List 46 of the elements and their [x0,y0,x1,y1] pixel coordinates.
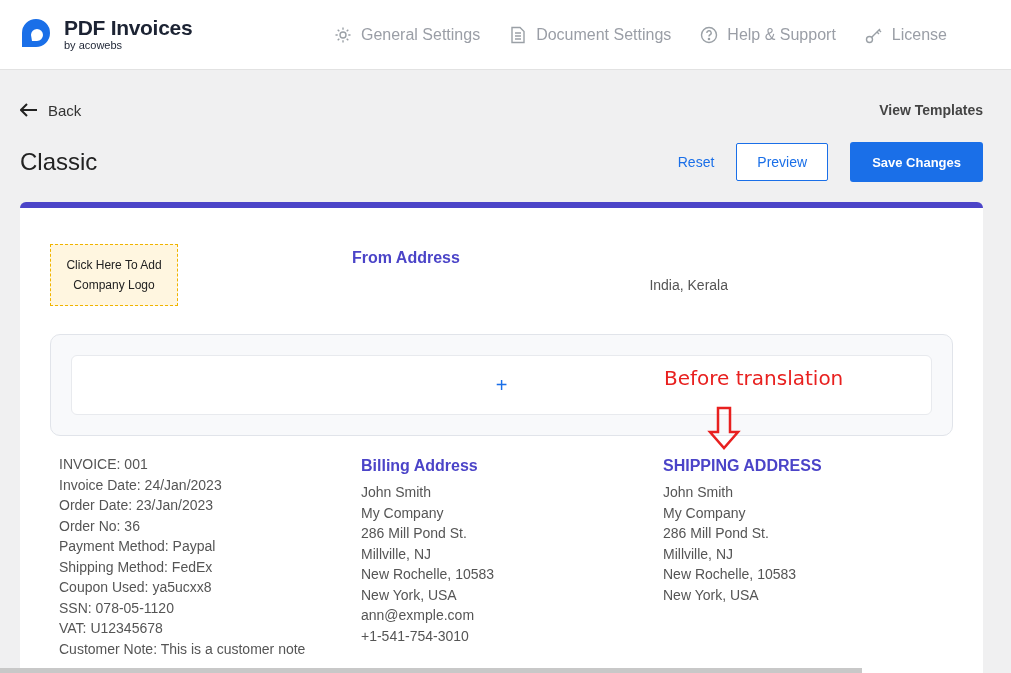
invoice-detail: INVOICE: 001 [59,455,149,474]
billing-address-line: Millville, NJ [361,544,432,564]
billing-address-line: 286 Mill Pond St. [361,524,468,543]
shipping-address-title: SHIPPING ADDRESS [663,456,823,476]
from-address-title: From Address [352,249,461,267]
add-button[interactable]: + [495,373,508,397]
shipping-address-line: 286 Mill Pond St. [663,524,770,543]
billing-address-line: My Company [361,503,445,523]
from-address-line: India, Kerala [648,277,728,293]
invoice-detail: Shipping Method: FedEx [59,557,214,577]
billing-address-line: New Rochelle, 10583 [361,565,496,584]
shipping-address-line: My Company [663,503,747,523]
billing-address-title: Billing Address [361,456,479,476]
invoice-detail: Customer Note: This is a customer note [59,639,307,659]
invoice-detail: VAT: U12345678 [59,619,164,638]
invoice-detail: Coupon Used: ya5ucxx8 [59,578,213,597]
preview-button[interactable]: Preview [736,143,829,181]
save-changes-button[interactable]: Save Changes [850,142,983,182]
annotation-text: Before translation [664,366,844,390]
nav-link[interactable]: License [863,24,947,45]
help-icon [699,24,720,45]
billing-address-line: John Smith [361,483,433,502]
invoice-detail: Invoice Date: 24/Jan/2023 [59,475,223,495]
brand-subtitle: by acowebs [64,39,124,52]
nav-link[interactable]: Document Settings [508,24,672,45]
billing-address-line: +1-541-754-3010 [361,626,470,646]
down-arrow-icon [707,406,741,450]
brand-title: PDF Invoices [64,17,193,39]
nav-link[interactable]: General Settings [332,24,481,45]
invoice-detail: SSN: 078-05-1120 [59,598,175,618]
back-link[interactable]: Back [20,101,82,119]
shipping-address-line: New Rochelle, 10583 [663,565,798,584]
shipping-address-line: John Smith [663,483,735,502]
view-templates-link[interactable]: View Templates [879,102,983,118]
add-logo-button[interactable]: Click Here To Add Company Logo [50,244,178,306]
invoice-detail: Order No: 36 [59,516,141,536]
shipping-address-line: New York, USA [663,585,760,605]
invoice-detail: Payment Method: Paypal [59,537,217,556]
shipping-address-line: Millville, NJ [663,544,734,564]
page-title: Classic [20,148,98,176]
reset-link[interactable]: Reset [677,154,715,170]
billing-address-line: New York, USA [361,585,458,605]
invoice-detail: Order Date: 23/Jan/2023 [59,496,215,515]
billing-address-line: ann@exmple.com [361,606,476,625]
nav-link[interactable]: Help & Support [699,24,836,45]
back-arrow-icon [20,103,38,117]
